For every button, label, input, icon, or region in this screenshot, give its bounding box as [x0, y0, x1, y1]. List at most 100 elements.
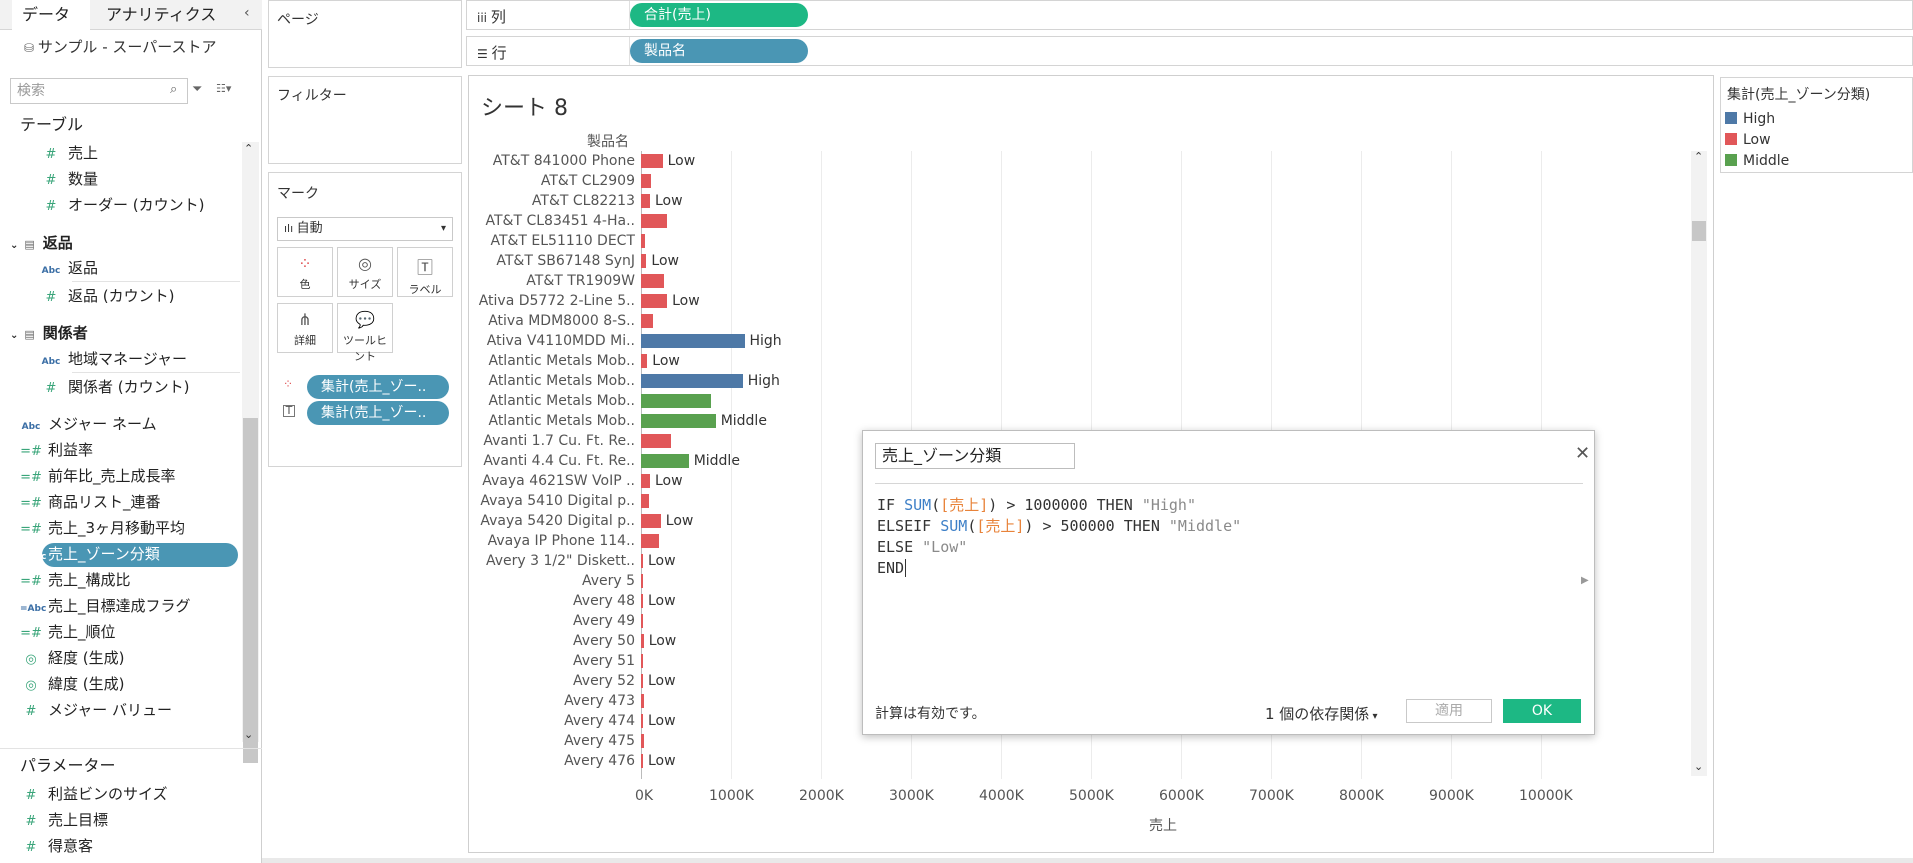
- row-label[interactable]: Avaya IP Phone 114..: [435, 531, 635, 551]
- bar[interactable]: [641, 234, 645, 248]
- field-sales[interactable]: # 売上: [40, 142, 98, 164]
- row-label[interactable]: Avery 475: [435, 731, 635, 751]
- row-label[interactable]: Avaya 4621SW VoIP ..: [435, 471, 635, 491]
- row-label[interactable]: Atlantic Metals Mob..: [435, 351, 635, 371]
- bar[interactable]: [641, 314, 653, 328]
- bar[interactable]: [641, 594, 643, 608]
- datasource-name[interactable]: ⛁ サンプル - スーパーストア: [24, 36, 216, 57]
- size-button[interactable]: ◎ サイズ: [337, 247, 393, 297]
- bar[interactable]: [641, 154, 663, 168]
- calc-field-11[interactable]: # メジャー バリュー: [20, 699, 172, 721]
- row-label[interactable]: Ativa V4110MDD Mi..: [435, 331, 635, 351]
- scroll-down-icon[interactable]: ⌄: [1694, 760, 1703, 773]
- tab-analytics[interactable]: アナリティクス: [96, 0, 226, 30]
- mark-type-select[interactable]: ılı 自動 ▾: [277, 217, 453, 241]
- legend-item-middle[interactable]: Middle: [1725, 153, 1789, 169]
- legend-item-low[interactable]: Low: [1725, 132, 1771, 148]
- apply-button[interactable]: 適用: [1406, 699, 1492, 723]
- bar[interactable]: [641, 494, 650, 508]
- field-regional-manager[interactable]: Abc 地域マネージャー: [40, 348, 187, 370]
- group-returns[interactable]: ⌄ ▤ 返品: [10, 232, 73, 254]
- scroll-up-icon[interactable]: ⌃: [244, 142, 253, 155]
- collapse-pane-icon[interactable]: ‹: [244, 5, 250, 21]
- bar[interactable]: [641, 214, 668, 228]
- calc-name-input[interactable]: 売上_ゾーン分類: [875, 443, 1075, 469]
- columns-pill-sales[interactable]: 合計(売上): [630, 3, 808, 27]
- row-label[interactable]: AT&T CL2909: [435, 171, 635, 191]
- color-button[interactable]: ⁘ 色: [277, 247, 333, 297]
- param-sales-target[interactable]: # 売上目標: [20, 809, 108, 831]
- bar[interactable]: [641, 474, 650, 488]
- row-label[interactable]: Atlantic Metals Mob..: [435, 371, 635, 391]
- group-people[interactable]: ⌄ ▤ 関係者: [10, 322, 88, 344]
- label-pill[interactable]: 集計(売上_ゾー..: [307, 401, 449, 425]
- dependencies-dropdown[interactable]: 1 個の依存関係 ▾: [1265, 703, 1378, 724]
- scroll-up-icon[interactable]: ⌃: [1694, 150, 1703, 163]
- legend-item-high[interactable]: High: [1725, 111, 1775, 127]
- field-quantity[interactable]: # 数量: [40, 168, 98, 190]
- close-icon[interactable]: ✕: [1575, 443, 1590, 464]
- row-label[interactable]: Ativa MDM8000 8-S..: [435, 311, 635, 331]
- bar[interactable]: [641, 374, 743, 388]
- row-label[interactable]: Avery 49: [435, 611, 635, 631]
- bar[interactable]: [641, 634, 644, 648]
- row-label[interactable]: Avery 50: [435, 631, 635, 651]
- field-returned[interactable]: Abc 返品: [40, 257, 98, 279]
- bar[interactable]: [641, 414, 716, 428]
- row-label[interactable]: Ativa D5772 2-Line 5..: [435, 291, 635, 311]
- calc-field-2[interactable]: =# 前年比_売上成長率: [20, 465, 175, 487]
- row-label[interactable]: Avaya 5420 Digital p..: [435, 511, 635, 531]
- calc-field-9[interactable]: ◎ 経度 (生成): [20, 647, 124, 669]
- calc-field-10[interactable]: ◎ 緯度 (生成): [20, 673, 124, 695]
- row-label[interactable]: AT&T CL83451 4-Ha..: [435, 211, 636, 231]
- bar[interactable]: [641, 654, 643, 668]
- bar[interactable]: [641, 694, 644, 708]
- row-label[interactable]: Avery 51: [435, 651, 635, 671]
- bar[interactable]: [641, 434, 671, 448]
- field-people-count[interactable]: # 関係者 (カウント): [40, 376, 190, 398]
- row-label[interactable]: Avery 474: [435, 711, 635, 731]
- row-label[interactable]: AT&T SB67148 SynJ: [435, 251, 635, 271]
- filter-icon[interactable]: ⏷: [192, 82, 202, 97]
- calc-field-0[interactable]: Abc メジャー ネーム: [20, 413, 157, 435]
- row-label[interactable]: AT&T EL51110 DECT: [435, 231, 635, 251]
- row-label[interactable]: Avery 3 1/2" Diskett..: [435, 551, 635, 571]
- calc-field-3[interactable]: =# 商品リスト_連番: [20, 491, 160, 513]
- bar[interactable]: [641, 534, 659, 548]
- bar[interactable]: [641, 734, 644, 748]
- tooltip-button[interactable]: 💬 ツールヒント: [337, 303, 393, 363]
- ok-button[interactable]: OK: [1503, 699, 1581, 723]
- field-orders-count[interactable]: # オーダー (カウント): [40, 194, 205, 216]
- bar[interactable]: [641, 574, 643, 588]
- filters-shelf[interactable]: フィルター: [268, 76, 462, 164]
- row-label[interactable]: AT&T TR1909W: [435, 271, 635, 291]
- bar[interactable]: [641, 174, 651, 188]
- scrollbar-thumb[interactable]: [243, 418, 258, 763]
- rows-shelf[interactable]: ☰ 行 製品名: [466, 36, 1913, 66]
- bar[interactable]: [641, 454, 689, 468]
- row-label[interactable]: Avanti 4.4 Cu. Ft. Re..: [435, 451, 635, 471]
- bar[interactable]: [641, 754, 643, 768]
- bar[interactable]: [641, 614, 643, 628]
- color-legend[interactable]: 集計(売上_ゾーン分類) High Low Middle: [1720, 77, 1913, 173]
- row-label[interactable]: Avery 52: [435, 671, 635, 691]
- expand-arrow-icon[interactable]: ▶: [1581, 575, 1589, 586]
- row-label[interactable]: Atlantic Metals Mob..: [435, 411, 635, 431]
- calc-field-4[interactable]: =# 売上_3ヶ月移動平均: [20, 517, 185, 539]
- row-label[interactable]: Atlantic Metals Mob..: [435, 391, 635, 411]
- rows-pill-product[interactable]: 製品名: [630, 39, 808, 63]
- bar[interactable]: [641, 514, 661, 528]
- bar[interactable]: [641, 354, 648, 368]
- bar[interactable]: [641, 274, 664, 288]
- bar[interactable]: [641, 334, 745, 348]
- formula-editor[interactable]: IF SUM([売上]) > 1000000 THEN "High" ELSEI…: [877, 495, 1241, 579]
- bar[interactable]: [641, 254, 647, 268]
- bar[interactable]: [641, 714, 643, 728]
- columns-shelf[interactable]: iii 列 合計(売上): [466, 0, 1913, 30]
- view-options-icon[interactable]: ☷▾: [216, 82, 231, 95]
- calc-field-1[interactable]: =# 利益率: [20, 439, 93, 461]
- bar[interactable]: [641, 394, 712, 408]
- tab-data[interactable]: データ: [12, 0, 90, 30]
- bar[interactable]: [641, 674, 643, 688]
- param-profit-bin-size[interactable]: # 利益ビンのサイズ: [20, 783, 168, 805]
